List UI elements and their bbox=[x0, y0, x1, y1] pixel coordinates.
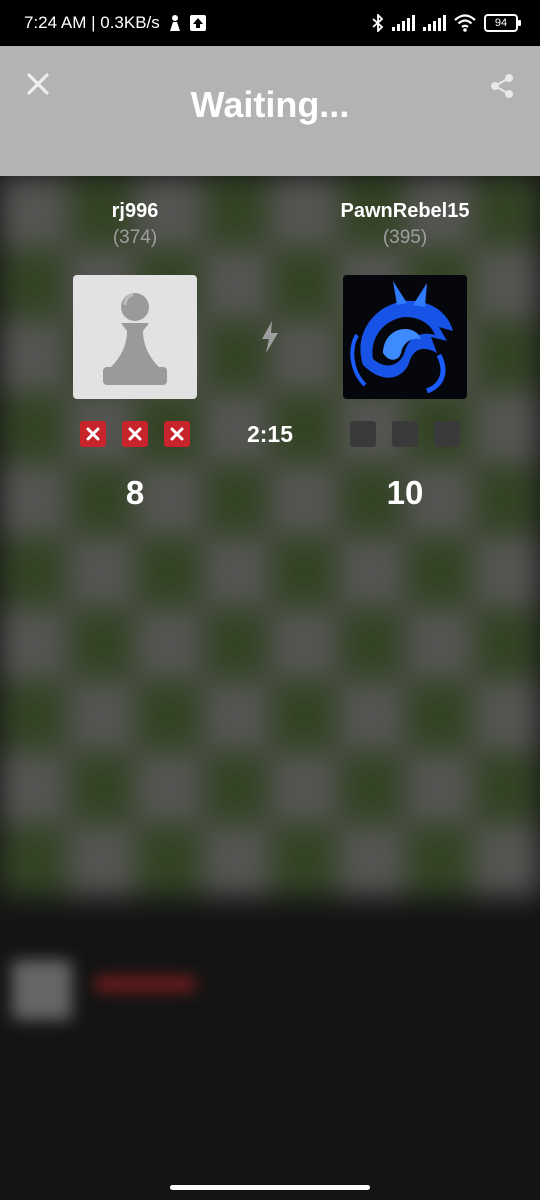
player-right-avatar[interactable] bbox=[343, 275, 467, 399]
player-left-name: rj996 bbox=[111, 200, 159, 222]
loss-marker bbox=[80, 421, 106, 447]
pawn-icon bbox=[103, 293, 167, 385]
x-icon bbox=[128, 427, 142, 441]
upload-icon bbox=[189, 15, 206, 31]
player-left-score: 8 bbox=[125, 474, 145, 511]
player-left-rating: (374) bbox=[112, 227, 158, 248]
player-left-avatar[interactable] bbox=[73, 275, 197, 399]
share-icon[interactable] bbox=[488, 72, 516, 100]
dragon-icon bbox=[343, 275, 467, 399]
header-bar: Waiting... bbox=[0, 46, 540, 176]
battery-icon: 94 bbox=[484, 14, 521, 32]
player-right-rating: (395) bbox=[382, 227, 428, 248]
player-left-info: rj996 (374) bbox=[35, 198, 235, 252]
person-icon bbox=[169, 15, 180, 31]
signal-icon bbox=[392, 15, 415, 31]
player-right-score: 10 bbox=[386, 474, 424, 511]
bolt-icon bbox=[262, 321, 278, 353]
x-icon bbox=[170, 427, 184, 441]
home-indicator[interactable] bbox=[170, 1185, 370, 1190]
player-right-name: PawnRebel15 bbox=[340, 200, 470, 222]
player-right-results bbox=[350, 421, 460, 447]
loss-marker bbox=[122, 421, 148, 447]
loss-marker bbox=[164, 421, 190, 447]
player-right-info: PawnRebel15 (395) bbox=[305, 198, 505, 252]
player-left-results bbox=[80, 421, 190, 447]
wifi-icon bbox=[454, 14, 476, 32]
signal-icon-2 bbox=[423, 15, 446, 31]
bluetooth-icon bbox=[372, 14, 384, 32]
page-title: Waiting... bbox=[190, 84, 350, 125]
result-slot bbox=[434, 421, 460, 447]
x-icon bbox=[86, 427, 100, 441]
result-slot bbox=[392, 421, 418, 447]
blurred-bottom-panel bbox=[0, 940, 540, 1060]
match-timer: 2:15 bbox=[246, 421, 294, 447]
result-slot bbox=[350, 421, 376, 447]
status-time-speed: 7:24 AM | 0.3KB/s bbox=[24, 13, 160, 32]
status-bar: 7:24 AM | 0.3KB/s 94 bbox=[0, 0, 540, 46]
